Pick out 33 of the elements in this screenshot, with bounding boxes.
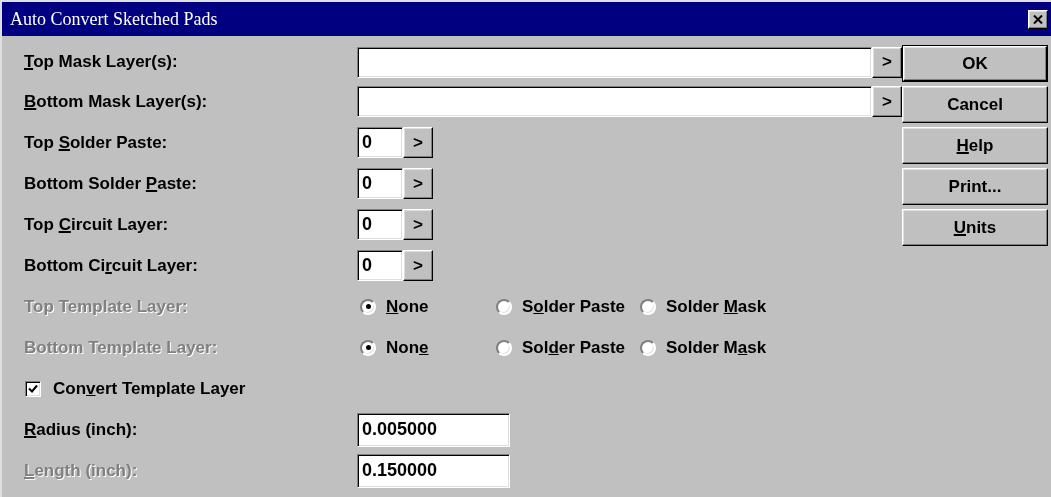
dialog-button[interactable]: Help	[902, 127, 1048, 164]
browse-button[interactable]: >	[403, 250, 433, 281]
dialog-button[interactable]: Cancel	[902, 86, 1048, 123]
text-field[interactable]: 0	[357, 250, 403, 281]
close-button[interactable]	[1028, 9, 1048, 29]
field-label: Bottom Template Layer:	[23, 337, 219, 358]
browse-button[interactable]: >	[403, 209, 433, 240]
dialog-button[interactable]: Print...	[902, 168, 1048, 205]
text-field[interactable]: 0	[357, 127, 403, 158]
close-icon	[1033, 14, 1043, 24]
text-field[interactable]: 0	[357, 209, 403, 240]
dialog-button[interactable]: OK	[902, 45, 1048, 82]
text-field[interactable]	[357, 46, 872, 78]
field-label: Radius (inch):	[23, 419, 139, 440]
field-label: Bottom Mask Layer(s):	[23, 91, 209, 112]
text-field[interactable]	[357, 86, 872, 117]
field-label: Top Solder Paste:	[23, 132, 169, 153]
field-label: Bottom Solder Paste:	[23, 173, 198, 194]
field-label: Top Template Layer:	[23, 296, 189, 317]
field-label: Top Mask Layer(s):	[23, 52, 179, 72]
dialog-button[interactable]: Units	[902, 209, 1048, 246]
text-field[interactable]: 0.005000	[357, 412, 510, 447]
checkbox-label[interactable]: Convert Template Layer	[53, 378, 246, 399]
checkbox[interactable]	[25, 380, 41, 397]
field-label: Top Circuit Layer:	[23, 214, 170, 235]
text-field[interactable]: 0	[357, 168, 403, 199]
browse-button[interactable]: >	[872, 86, 902, 117]
field-label: Length (inch):	[23, 460, 139, 481]
window-title: Auto Convert Sketched Pads	[10, 8, 218, 30]
browse-button[interactable]: >	[403, 168, 433, 199]
browse-button[interactable]: >	[872, 46, 902, 78]
browse-button[interactable]: >	[403, 127, 433, 158]
field-label: Bottom Circuit Layer:	[23, 255, 199, 276]
